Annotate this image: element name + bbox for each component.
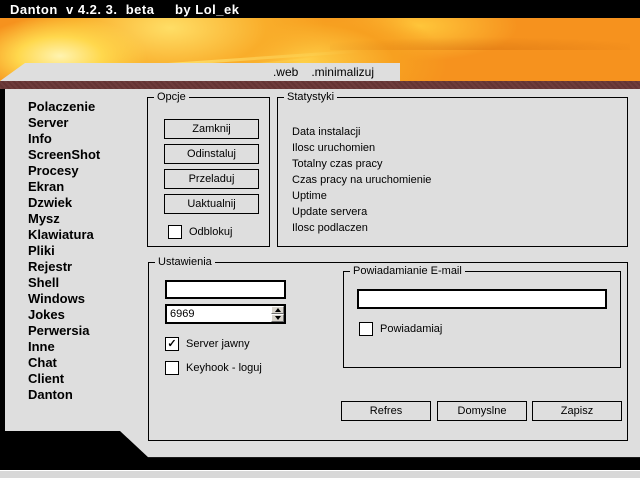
keyhook-checkbox[interactable]: Keyhook - loguj <box>165 361 262 375</box>
stat-row-totalny-czas: Totalny czas pracy <box>292 156 431 172</box>
statystyki-group: Statystyki Data instalacji Ilosc uruchom… <box>277 97 628 247</box>
web-link[interactable]: .web <box>273 65 298 79</box>
sidebar-item-chat[interactable]: Chat <box>28 355 100 371</box>
bottom-edge-strip <box>0 470 640 478</box>
arrow-up-icon <box>275 308 281 312</box>
email-input[interactable] <box>357 289 607 309</box>
uaktualnij-button[interactable]: Uaktualnij <box>164 194 259 214</box>
sidebar-item-dzwiek[interactable]: Dzwiek <box>28 195 100 211</box>
zamknij-button[interactable]: Zamknij <box>164 119 259 139</box>
server-jawny-checkbox-label: Server jawny <box>186 338 250 350</box>
zapisz-button[interactable]: Zapisz <box>532 401 622 421</box>
arrow-down-icon <box>275 316 281 320</box>
sidebar-item-info[interactable]: Info <box>28 131 100 147</box>
checkbox-box[interactable] <box>168 225 182 239</box>
header-link-strip: .web .minimalizuj <box>0 63 400 81</box>
sidebar-item-klawiatura[interactable]: Klawiatura <box>28 227 100 243</box>
stat-row-uptime: Uptime <box>292 188 431 204</box>
powiadamiaj-checkbox-label: Powiadamiaj <box>380 323 442 335</box>
stat-row-czas-na-uruch: Czas pracy na uruchomienie <box>292 172 431 188</box>
stat-row-data-instalacji: Data instalacji <box>292 124 431 140</box>
sidebar-item-screenshot[interactable]: ScreenShot <box>28 147 100 163</box>
maroon-divider <box>0 81 640 89</box>
email-group-label: Powiadamianie E-mail <box>350 265 465 278</box>
sidebar-item-client[interactable]: Client <box>28 371 100 387</box>
sidebar-item-windows[interactable]: Windows <box>28 291 100 307</box>
sidebar-item-rejestr[interactable]: Rejestr <box>28 259 100 275</box>
sidebar-item-mysz[interactable]: Mysz <box>28 211 100 227</box>
statystyki-group-label: Statystyki <box>284 91 337 104</box>
powiadamiaj-checkbox[interactable]: Powiadamiaj <box>359 322 442 336</box>
statystyki-rows: Data instalacji Ilosc uruchomien Totalny… <box>292 124 431 236</box>
sidebar-item-inne[interactable]: Inne <box>28 339 100 355</box>
sidebar-item-pliki[interactable]: Pliki <box>28 243 100 259</box>
window-title: Danton v 4.2. 3. beta by Lol_ek <box>0 2 239 17</box>
opcje-group: Opcje Zamknij Odinstaluj Przeladuj Uaktu… <box>147 97 270 247</box>
spin-up-button[interactable] <box>271 306 284 314</box>
odinstaluj-button[interactable]: Odinstaluj <box>164 144 259 164</box>
port-spinner <box>271 306 284 322</box>
opcje-group-label: Opcje <box>154 91 189 104</box>
port-input[interactable] <box>165 304 286 324</box>
ustawienia-group: Ustawienia ✓ Server jawny Keyhook - logu… <box>148 262 628 441</box>
ustawienia-group-label: Ustawienia <box>155 256 215 269</box>
odblokuj-checkbox-label: Odblokuj <box>189 226 232 238</box>
sidebar-item-procesy[interactable]: Procesy <box>28 163 100 179</box>
checkbox-box[interactable]: ✓ <box>165 337 179 351</box>
server-jawny-checkbox[interactable]: ✓ Server jawny <box>165 337 250 351</box>
domyslne-button[interactable]: Domyslne <box>437 401 527 421</box>
email-group: Powiadamianie E-mail Powiadamiaj <box>343 271 621 368</box>
sidebar-item-polaczenie[interactable]: Polaczenie <box>28 99 100 115</box>
checkbox-box[interactable] <box>359 322 373 336</box>
left-edge-strip <box>0 89 5 459</box>
stat-row-ilosc-podlaczen: Ilosc podlaczen <box>292 220 431 236</box>
host-input[interactable] <box>165 280 286 299</box>
sidebar-item-ekran[interactable]: Ekran <box>28 179 100 195</box>
keyhook-checkbox-label: Keyhook - loguj <box>186 362 262 374</box>
flame-shadow <box>330 24 630 50</box>
sidebar-item-jokes[interactable]: Jokes <box>28 307 100 323</box>
checkbox-box[interactable] <box>165 361 179 375</box>
minimize-link[interactable]: .minimalizuj <box>311 65 374 79</box>
sidebar-menu: Polaczenie Server Info ScreenShot Proces… <box>28 99 100 403</box>
odblokuj-checkbox[interactable]: Odblokuj <box>168 225 232 239</box>
spin-down-button[interactable] <box>271 314 284 322</box>
flame-banner: .web .minimalizuj <box>0 18 640 81</box>
sidebar-item-danton[interactable]: Danton <box>28 387 100 403</box>
title-bar: Danton v 4.2. 3. beta by Lol_ek <box>0 0 640 18</box>
refres-button[interactable]: Refres <box>341 401 431 421</box>
sidebar-item-shell[interactable]: Shell <box>28 275 100 291</box>
sidebar-item-perwersia[interactable]: Perwersia <box>28 323 100 339</box>
stat-row-update-servera: Update servera <box>292 204 431 220</box>
przeladuj-button[interactable]: Przeladuj <box>164 169 259 189</box>
stat-row-ilosc-uruchomien: Ilosc uruchomien <box>292 140 431 156</box>
sidebar-item-server[interactable]: Server <box>28 115 100 131</box>
